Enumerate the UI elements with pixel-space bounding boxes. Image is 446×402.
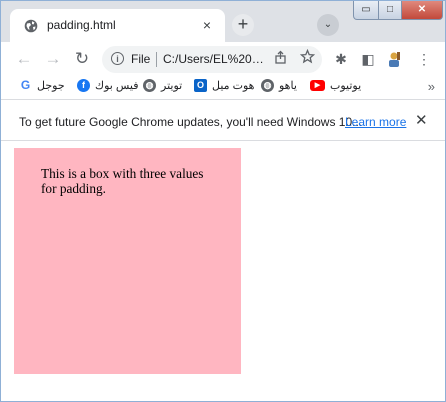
learn-more-link[interactable]: Learn more: [345, 115, 406, 129]
browser-window: padding.html × + ⌄ ▭ □ ✕ ← → ↻ i File C:…: [0, 0, 446, 402]
outlook-icon: O: [194, 79, 207, 92]
tab-close-icon[interactable]: ×: [199, 17, 215, 33]
globe-icon: ◍: [261, 79, 274, 92]
globe-icon: ◍: [143, 79, 156, 92]
youtube-icon: ▶: [310, 80, 325, 91]
address-bar[interactable]: i File C:/Users/EL%20…: [102, 46, 322, 73]
minimize-button[interactable]: ▭: [353, 1, 379, 20]
bookmark-hotmail[interactable]: O هوت ميل: [194, 79, 254, 97]
share-icon[interactable]: [274, 50, 288, 64]
close-window-button[interactable]: ✕: [401, 1, 443, 20]
forward-button[interactable]: →: [42, 48, 64, 70]
back-button[interactable]: ←: [13, 48, 35, 70]
box-text: This is a box with three values for padd…: [41, 166, 204, 196]
tab-search-button[interactable]: ⌄: [317, 14, 339, 36]
maximize-button[interactable]: □: [378, 1, 402, 20]
url-text[interactable]: C:/Users/EL%20…: [163, 52, 264, 66]
reload-button[interactable]: ↻: [71, 48, 93, 70]
url-scheme: File: [131, 52, 151, 66]
bookmark-twitter[interactable]: ◍ تويتر: [143, 79, 182, 97]
facebook-icon: f: [77, 79, 90, 92]
infobar-close-icon[interactable]: ✕: [415, 111, 428, 129]
new-tab-button[interactable]: +: [232, 14, 254, 36]
tab-padding-html[interactable]: padding.html ×: [10, 9, 225, 42]
side-panel-icon[interactable]: ◧: [359, 50, 377, 68]
profile-avatar[interactable]: [385, 50, 403, 68]
url-separator: [156, 52, 157, 67]
update-infobar: To get future Google Chrome updates, you…: [1, 99, 445, 141]
bookmark-google[interactable]: G جوجل: [19, 79, 65, 97]
bookmarks-more-icon[interactable]: »: [428, 79, 435, 94]
bookmark-youtube[interactable]: ▶ يوتيوب: [310, 79, 361, 97]
padded-box: This is a box with three values for padd…: [14, 148, 241, 374]
tab-strip: padding.html × + ⌄ ▭ □ ✕: [1, 1, 445, 42]
google-icon: G: [20, 78, 31, 92]
window-controls: ▭ □ ✕: [353, 1, 443, 20]
tab-title: padding.html: [47, 18, 116, 32]
bookmark-yahoo[interactable]: ◍ ياهو: [261, 79, 297, 97]
bookmarks-bar: G جوجل f فيس بوك ◍ تويتر O هوت ميل ◍ ياهو ▶ يو…: [1, 77, 445, 99]
globe-icon: [24, 19, 38, 33]
infobar-message: To get future Google Chrome updates, you…: [19, 115, 363, 129]
info-icon[interactable]: i: [111, 52, 124, 65]
menu-icon[interactable]: ⋮: [415, 50, 433, 68]
bookmark-star-icon[interactable]: [300, 49, 315, 64]
extensions-icon[interactable]: ✱: [332, 50, 350, 68]
toolbar: ← → ↻ i File C:/Users/EL%20… ✱ ◧ ⋮: [1, 42, 445, 77]
bookmark-facebook[interactable]: f فيس بوك: [77, 79, 138, 97]
page-content: This is a box with three values for padd…: [1, 141, 445, 401]
